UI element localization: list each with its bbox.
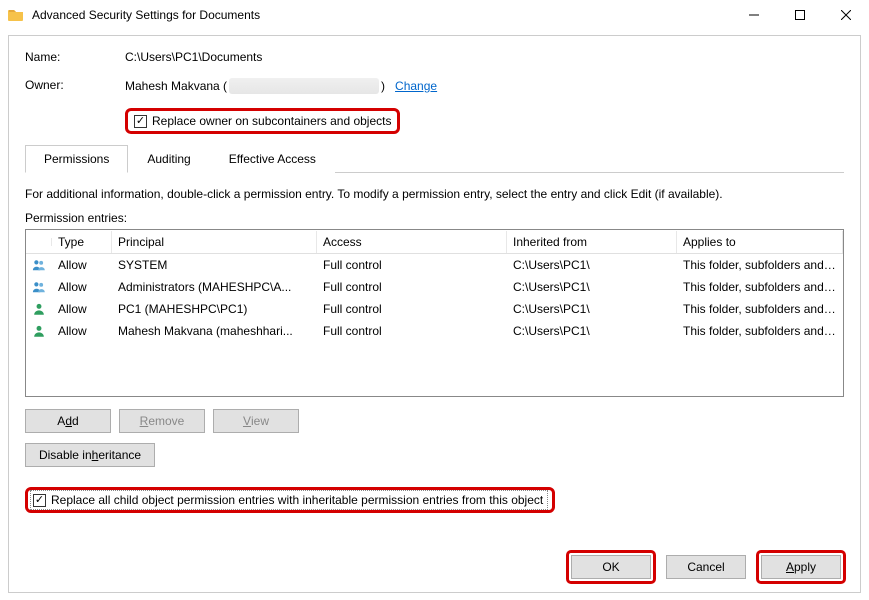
- cell-applies: This folder, subfolders and files: [677, 278, 843, 296]
- cell-type: Allow: [52, 278, 112, 296]
- table-row[interactable]: AllowAdministrators (MAHESHPC\A...Full c…: [26, 276, 843, 298]
- view-button[interactable]: View: [213, 409, 299, 433]
- owner-redacted: [229, 78, 379, 94]
- tab-permissions[interactable]: Permissions: [25, 145, 128, 173]
- owner-row: Owner: Mahesh Makvana ( ) Change: [25, 78, 844, 94]
- name-label: Name:: [25, 50, 125, 64]
- minimize-button[interactable]: [731, 0, 777, 30]
- cell-access: Full control: [317, 322, 507, 340]
- tab-effective-access[interactable]: Effective Access: [210, 145, 335, 173]
- principal-icon: [26, 321, 52, 341]
- col-applies[interactable]: Applies to: [677, 231, 843, 253]
- folder-icon: [8, 7, 24, 23]
- titlebar: Advanced Security Settings for Documents: [0, 0, 869, 30]
- cell-type: Allow: [52, 256, 112, 274]
- table-row[interactable]: AllowPC1 (MAHESHPC\PC1)Full controlC:\Us…: [26, 298, 843, 320]
- cell-principal: Mahesh Makvana (maheshhari...: [112, 322, 317, 340]
- ok-button[interactable]: OK: [571, 555, 651, 579]
- cell-type: Allow: [52, 300, 112, 318]
- ok-highlight: OK: [566, 550, 656, 584]
- cell-applies: This folder, subfolders and files: [677, 256, 843, 274]
- replace-owner-checkbox[interactable]: [134, 115, 147, 128]
- owner-value: Mahesh Makvana ( ) Change: [125, 78, 844, 94]
- cell-access: Full control: [317, 256, 507, 274]
- owner-close: ): [381, 79, 385, 93]
- apply-button[interactable]: Apply: [761, 555, 841, 579]
- inheritance-row: Disable inheritance: [25, 443, 844, 467]
- replace-child-wrap: Replace all child object permission entr…: [25, 483, 844, 513]
- table-header: Type Principal Access Inherited from App…: [26, 230, 843, 254]
- owner-label: Owner:: [25, 78, 125, 94]
- cell-principal: SYSTEM: [112, 256, 317, 274]
- replace-child-label: Replace all child object permission entr…: [51, 493, 543, 507]
- tab-auditing[interactable]: Auditing: [128, 145, 209, 173]
- tabs: Permissions Auditing Effective Access: [25, 144, 844, 173]
- col-inherited[interactable]: Inherited from: [507, 231, 677, 253]
- action-buttons: Add Remove View: [25, 409, 844, 433]
- cell-applies: This folder, subfolders and files: [677, 300, 843, 318]
- principal-icon: [26, 255, 52, 275]
- cell-applies: This folder, subfolders and files: [677, 322, 843, 340]
- owner-name: Mahesh Makvana (: [125, 79, 227, 93]
- dialog-content: Name: C:\Users\PC1\Documents Owner: Mahe…: [8, 35, 861, 593]
- col-principal[interactable]: Principal: [112, 231, 317, 253]
- principal-icon: [26, 277, 52, 297]
- cell-access: Full control: [317, 278, 507, 296]
- col-access[interactable]: Access: [317, 231, 507, 253]
- cancel-button[interactable]: Cancel: [666, 555, 746, 579]
- cell-principal: PC1 (MAHESHPC\PC1): [112, 300, 317, 318]
- change-owner-link[interactable]: Change: [395, 79, 437, 93]
- replace-owner-highlight: Replace owner on subcontainers and objec…: [125, 108, 400, 134]
- table-row[interactable]: AllowMahesh Makvana (maheshhari...Full c…: [26, 320, 843, 342]
- col-type[interactable]: Type: [52, 231, 112, 253]
- apply-highlight: Apply: [756, 550, 846, 584]
- add-button[interactable]: Add: [25, 409, 111, 433]
- replace-child-checkbox[interactable]: [33, 494, 46, 507]
- col-icon[interactable]: [26, 238, 52, 246]
- cell-type: Allow: [52, 322, 112, 340]
- replace-child-highlight: Replace all child object permission entr…: [25, 487, 555, 513]
- cell-inherited: C:\Users\PC1\: [507, 278, 677, 296]
- cell-inherited: C:\Users\PC1\: [507, 300, 677, 318]
- footer-buttons: OK Cancel Apply: [566, 550, 846, 584]
- cell-principal: Administrators (MAHESHPC\A...: [112, 278, 317, 296]
- cell-inherited: C:\Users\PC1\: [507, 256, 677, 274]
- name-row: Name: C:\Users\PC1\Documents: [25, 50, 844, 64]
- principal-icon: [26, 299, 52, 319]
- window-title: Advanced Security Settings for Documents: [32, 8, 731, 22]
- window-controls: [731, 0, 869, 30]
- table-row[interactable]: AllowSYSTEMFull controlC:\Users\PC1\This…: [26, 254, 843, 276]
- maximize-button[interactable]: [777, 0, 823, 30]
- replace-owner-label: Replace owner on subcontainers and objec…: [152, 114, 391, 128]
- description-text: For additional information, double-click…: [25, 187, 844, 201]
- disable-inheritance-button[interactable]: Disable inheritance: [25, 443, 155, 467]
- close-button[interactable]: [823, 0, 869, 30]
- replace-child-inner: Replace all child object permission entr…: [30, 490, 548, 510]
- remove-button[interactable]: Remove: [119, 409, 205, 433]
- entries-label: Permission entries:: [25, 211, 844, 225]
- cell-access: Full control: [317, 300, 507, 318]
- cell-inherited: C:\Users\PC1\: [507, 322, 677, 340]
- replace-owner-wrap: Replace owner on subcontainers and objec…: [125, 108, 844, 134]
- name-value: C:\Users\PC1\Documents: [125, 50, 844, 64]
- permissions-table: Type Principal Access Inherited from App…: [25, 229, 844, 397]
